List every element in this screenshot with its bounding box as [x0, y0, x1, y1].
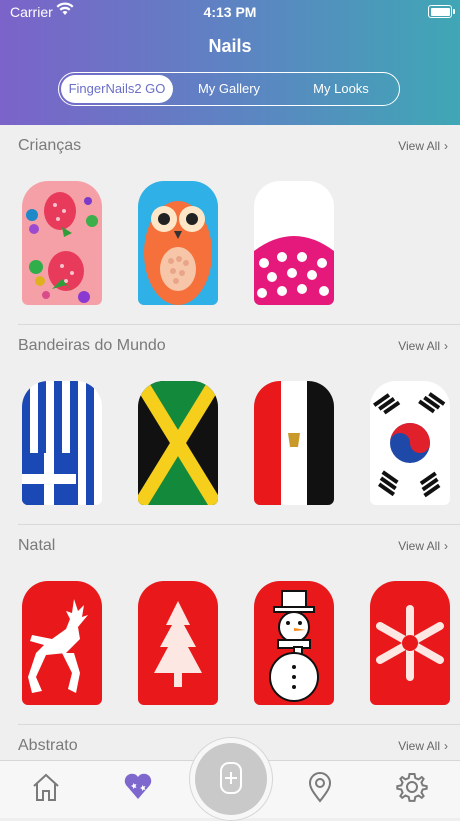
page-title: Nails — [208, 36, 252, 56]
section-natal: Natal View All › — [0, 525, 460, 725]
korea-flag-nail[interactable] — [370, 381, 450, 505]
strawberry-nail[interactable] — [22, 181, 102, 305]
chevron-right-icon: › — [444, 339, 448, 353]
chevron-right-icon: › — [444, 139, 448, 153]
segmented-control: FingerNails2 GO My Gallery My Looks — [58, 72, 400, 106]
clock-label: 4:13 PM — [203, 4, 257, 20]
greece-flag-nail[interactable] — [22, 381, 102, 505]
section-title: Abstrato — [18, 737, 78, 754]
egypt-flag-nail[interactable] — [254, 381, 334, 505]
section-criancas: Crianças View All › — [0, 125, 460, 325]
view-all-button[interactable]: View All › — [398, 139, 448, 153]
section-bandeiras-do-mundo: Bandeiras do Mundo View All › — [0, 325, 460, 525]
gear-icon[interactable] — [396, 771, 428, 803]
hearts-icon[interactable] — [122, 771, 154, 803]
segment-my-looks[interactable]: My Looks — [285, 75, 397, 103]
add-nail-button[interactable] — [195, 743, 267, 815]
section-title: Crianças — [18, 137, 82, 154]
owl-nail[interactable] — [138, 181, 218, 305]
view-all-button[interactable]: View All › — [398, 739, 448, 753]
segment-my-gallery[interactable]: My Gallery — [173, 75, 285, 103]
add-nail-button-frame — [189, 737, 273, 821]
status-bar: Carrier 4:13 PM — [0, 0, 460, 24]
app-header: Carrier 4:13 PM Nails FingerNails2 GO My… — [0, 0, 460, 125]
chevron-right-icon: › — [444, 739, 448, 753]
chevron-right-icon: › — [444, 539, 448, 553]
reindeer-nail[interactable] — [22, 581, 102, 705]
battery-icon — [428, 5, 455, 18]
home-icon[interactable] — [30, 771, 62, 803]
tree-nail[interactable] — [138, 581, 218, 705]
view-all-button[interactable]: View All › — [398, 539, 448, 553]
jamaica-flag-nail[interactable] — [138, 381, 218, 505]
segment-fingernails2-go[interactable]: FingerNails2 GO — [61, 75, 173, 103]
section-title: Bandeiras do Mundo — [18, 337, 166, 354]
snowman-nail[interactable] — [254, 581, 334, 705]
snowflake-nail[interactable] — [370, 581, 450, 705]
section-title: Natal — [18, 537, 56, 554]
polka-dot-nail[interactable] — [254, 181, 334, 305]
add-nail-icon — [220, 762, 242, 794]
location-pin-icon[interactable] — [304, 771, 336, 803]
view-all-button[interactable]: View All › — [398, 339, 448, 353]
